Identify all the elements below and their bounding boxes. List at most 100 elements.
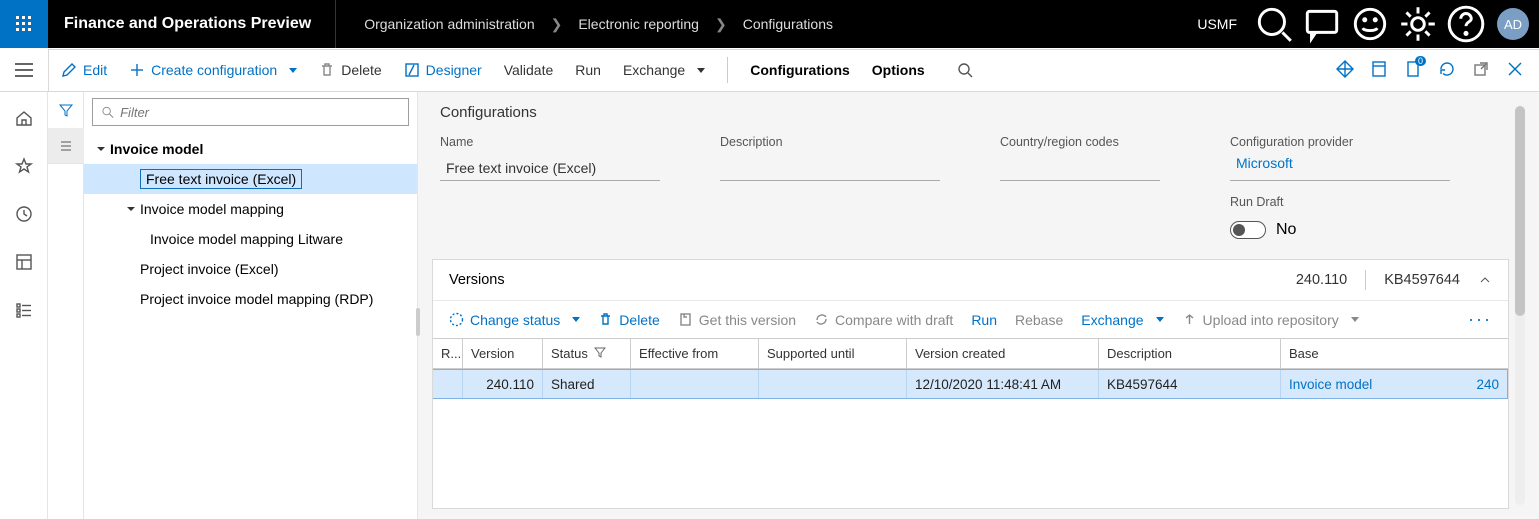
cmd-label: Edit <box>83 62 107 78</box>
nav-recent[interactable] <box>0 200 48 228</box>
breadcrumb: Organization administration ❯ Electronic… <box>364 16 833 33</box>
breadcrumb-item[interactable]: Organization administration <box>364 16 534 32</box>
attachments-button[interactable] <box>1369 59 1389 82</box>
cell-created: 12/10/2020 11:48:41 AM <box>907 370 1099 398</box>
run-button[interactable]: Run <box>575 62 601 78</box>
upload-repository-button: Upload into repository <box>1182 312 1359 328</box>
help-button[interactable] <box>1445 0 1487 48</box>
more-actions-button[interactable]: ··· <box>1468 309 1492 330</box>
base-link[interactable]: Invoice model <box>1289 377 1372 392</box>
nav-modules[interactable] <box>0 296 48 324</box>
splitter-handle[interactable] <box>413 302 423 342</box>
globe-button[interactable] <box>1335 59 1355 82</box>
app-launcher[interactable] <box>0 0 48 48</box>
col-description[interactable]: Description <box>1099 339 1281 369</box>
version-delete-button[interactable]: Delete <box>598 312 659 328</box>
create-configuration-button[interactable]: Create configuration <box>129 62 297 78</box>
nav-workspaces[interactable] <box>0 248 48 276</box>
lines-icon <box>59 139 73 153</box>
refresh-icon <box>1437 59 1457 79</box>
provider-link[interactable]: Microsoft <box>1230 155 1450 181</box>
versions-panel: Versions 240.110 KB4597644 Change status… <box>432 259 1509 509</box>
cell-version: 240.110 <box>463 370 543 398</box>
tree-node-mapping-litware[interactable]: Invoice model mapping Litware <box>84 224 417 254</box>
description-input[interactable] <box>720 155 940 181</box>
notification-button[interactable]: 0 <box>1403 59 1423 82</box>
filter-pane-toggle[interactable] <box>48 92 84 128</box>
scrollbar[interactable] <box>1515 106 1525 505</box>
btn-label: Upload into repository <box>1203 312 1339 328</box>
company-code[interactable]: USMF <box>1197 16 1237 32</box>
btn-label: Exchange <box>1081 312 1143 328</box>
col-created[interactable]: Version created <box>907 339 1099 369</box>
col-r[interactable]: R... <box>433 339 463 369</box>
page-search-button[interactable] <box>957 62 973 78</box>
name-input[interactable] <box>440 155 660 181</box>
nav-home[interactable] <box>0 104 48 132</box>
configuration-tree: Invoice model Free text invoice (Excel) … <box>84 134 417 314</box>
nav-favorites[interactable] <box>0 152 48 180</box>
tree-node-invoice-model-mapping[interactable]: Invoice model mapping <box>84 194 417 224</box>
detail-header: Configurations Name Description Country/… <box>418 92 1539 247</box>
tree-filter[interactable] <box>92 98 409 126</box>
search-button[interactable] <box>1253 0 1295 48</box>
compare-icon <box>814 312 829 327</box>
settings-button[interactable] <box>1397 0 1439 48</box>
breadcrumb-item[interactable]: Configurations <box>743 16 833 32</box>
country-input[interactable] <box>1000 155 1160 181</box>
tree-node-free-text-invoice[interactable]: Free text invoice (Excel) <box>84 164 417 194</box>
configurations-menu[interactable]: Configurations <box>750 62 850 78</box>
tree-filter-input[interactable] <box>120 105 400 120</box>
exchange-button[interactable]: Exchange <box>623 62 705 78</box>
avatar[interactable]: AD <box>1497 8 1529 40</box>
chevron-up-icon[interactable] <box>1478 273 1492 287</box>
col-version[interactable]: Version <box>463 339 543 369</box>
options-menu[interactable]: Options <box>872 62 925 78</box>
versions-header[interactable]: Versions 240.110 KB4597644 <box>433 260 1508 300</box>
funnel-icon <box>588 346 606 361</box>
chevron-right-icon: ❯ <box>715 16 727 33</box>
badge: 0 <box>1415 56 1426 66</box>
refresh-button[interactable] <box>1437 59 1457 82</box>
scrollbar-thumb[interactable] <box>1515 106 1525 316</box>
search-icon <box>957 62 973 78</box>
pencil-icon <box>61 62 77 78</box>
designer-button[interactable]: Designer <box>404 62 482 78</box>
download-icon <box>678 312 693 327</box>
validate-button[interactable]: Validate <box>504 62 554 78</box>
toggle-value: No <box>1276 221 1296 239</box>
version-run-button[interactable]: Run <box>971 312 997 328</box>
breadcrumb-item[interactable]: Electronic reporting <box>578 16 699 32</box>
version-exchange-button[interactable]: Exchange <box>1081 312 1163 328</box>
edit-button[interactable]: Edit <box>61 62 107 78</box>
messages-button[interactable] <box>1301 0 1343 48</box>
delete-button[interactable]: Delete <box>319 62 381 78</box>
cell-description: KB4597644 <box>1099 370 1281 398</box>
change-status-button[interactable]: Change status <box>449 312 580 328</box>
col-base[interactable]: Base <box>1281 339 1508 369</box>
node-label: Project invoice (Excel) <box>140 261 279 277</box>
node-label: Invoice model <box>110 141 203 157</box>
col-supported[interactable]: Supported until <box>759 339 907 369</box>
grid-row[interactable]: 240.110 Shared 12/10/2020 11:48:41 AM KB… <box>433 369 1508 399</box>
tree-node-project-invoice-rdp[interactable]: Project invoice model mapping (RDP) <box>84 284 417 314</box>
run-draft-toggle[interactable] <box>1230 221 1266 239</box>
field-country: Country/region codes <box>1000 135 1170 239</box>
cmd-label: Options <box>872 62 925 78</box>
cell-supported <box>759 370 907 398</box>
popout-button[interactable] <box>1471 59 1491 82</box>
btn-label: Delete <box>619 312 659 328</box>
base-version-link[interactable]: 240 <box>1476 377 1499 392</box>
feedback-button[interactable] <box>1349 0 1391 48</box>
nav-toggle[interactable] <box>0 48 48 92</box>
workspace: Invoice model Free text invoice (Excel) … <box>0 92 1539 519</box>
field-label: Name <box>440 135 660 149</box>
cmd-label: Create configuration <box>151 62 277 78</box>
col-effective[interactable]: Effective from <box>631 339 759 369</box>
col-status[interactable]: Status <box>543 339 631 369</box>
node-label: Invoice model mapping <box>140 201 284 217</box>
tree-node-project-invoice-excel[interactable]: Project invoice (Excel) <box>84 254 417 284</box>
tree-node-root[interactable]: Invoice model <box>84 134 417 164</box>
close-button[interactable] <box>1505 59 1525 82</box>
related-info-toggle[interactable] <box>48 128 84 164</box>
